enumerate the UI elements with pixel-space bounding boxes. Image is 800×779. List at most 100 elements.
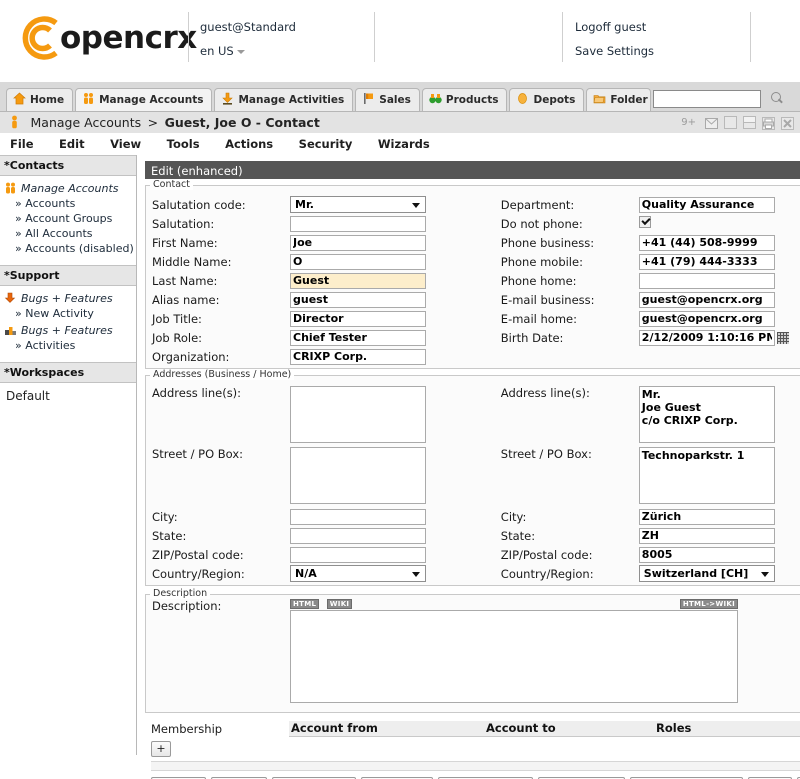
- sidebar-item-default-workspace[interactable]: Default: [0, 383, 136, 403]
- html-mode-button[interactable]: HTML: [290, 599, 320, 609]
- tab-folder[interactable]: Folder: [586, 88, 651, 111]
- sidebar: *Contacts Manage Accounts » Accounts » A…: [0, 155, 137, 755]
- job-role-input[interactable]: [290, 329, 426, 346]
- phone-business-input[interactable]: [638, 234, 775, 251]
- sidebar-item-activities[interactable]: » Activities: [4, 338, 136, 353]
- menu-file[interactable]: File: [10, 133, 34, 155]
- search-icon[interactable]: [770, 92, 784, 105]
- field-label: Street / PO Box:: [152, 447, 244, 461]
- menu-actions[interactable]: Actions: [225, 133, 273, 155]
- field-address-lines-business: Address line(s):: [146, 385, 495, 446]
- wiki-mode-button[interactable]: WIKI: [326, 599, 353, 609]
- contact-icon: [10, 115, 19, 129]
- field-label: Phone home:: [500, 273, 577, 288]
- birth-date-input[interactable]: [638, 329, 775, 346]
- calendar-icon[interactable]: [776, 331, 789, 344]
- field-country-business: Country/Region: N/A: [146, 564, 495, 583]
- add-membership-button[interactable]: +: [151, 741, 171, 757]
- first-name-input[interactable]: [290, 234, 426, 251]
- address-lines-business-textarea[interactable]: [290, 386, 426, 443]
- sidebar-item-accounts-disabled[interactable]: » Accounts (disabled): [4, 241, 136, 256]
- do-not-phone-checkbox[interactable]: [638, 216, 651, 228]
- menu-view[interactable]: View: [110, 133, 141, 155]
- alias-name-input[interactable]: [290, 291, 426, 308]
- tab-sales[interactable]: Sales: [355, 88, 420, 111]
- mail-icon[interactable]: [705, 118, 718, 131]
- sidebar-group-title-bugs-features-1[interactable]: Bugs + Features: [4, 291, 136, 306]
- country-home-select[interactable]: Switzerland [CH]: [638, 565, 775, 582]
- sidebar-item-account-groups[interactable]: » Account Groups: [4, 211, 136, 226]
- sidebar-item-new-activity[interactable]: » New Activity: [4, 306, 136, 321]
- field-label: City:: [152, 509, 178, 524]
- field-label: Salutation:: [152, 216, 215, 231]
- address-lines-home-textarea[interactable]: Mr. Joe Guest c/o CRIXP Corp.: [638, 386, 775, 443]
- sidebar-item-label: Accounts (disabled): [25, 242, 134, 255]
- tab-manage-activities[interactable]: Manage Activities: [214, 88, 354, 111]
- phone-home-input[interactable]: [638, 272, 775, 289]
- description-textarea[interactable]: [290, 610, 738, 703]
- field-label: Country/Region:: [152, 566, 245, 581]
- street-home-textarea[interactable]: Technoparkstr. 1: [638, 447, 775, 504]
- field-label: Job Role:: [152, 330, 203, 345]
- job-title-input[interactable]: [290, 310, 426, 327]
- save-settings-link[interactable]: Save Settings: [575, 44, 654, 58]
- opencrx-c-icon: [14, 12, 66, 64]
- street-business-textarea[interactable]: [290, 447, 426, 504]
- single-pane-icon[interactable]: [724, 116, 737, 129]
- breadcrumb-parent[interactable]: Manage Accounts: [31, 115, 142, 130]
- header-divider-1: [188, 12, 189, 62]
- action-button-bar: Reload Search New Search New Lead New Co…: [145, 771, 800, 779]
- close-icon[interactable]: [781, 117, 794, 130]
- tab-sales-label: Sales: [379, 94, 411, 106]
- menu-edit[interactable]: Edit: [59, 133, 85, 155]
- locale-selector[interactable]: en US: [200, 44, 296, 58]
- tab-manage-accounts[interactable]: Manage Accounts: [75, 88, 213, 111]
- state-home-input[interactable]: [638, 527, 775, 544]
- split-pane-icon[interactable]: [743, 116, 756, 129]
- menu-security[interactable]: Security: [299, 133, 353, 155]
- salutation-input[interactable]: [290, 215, 426, 232]
- field-email-home: E-mail home:: [495, 309, 800, 328]
- tab-depots[interactable]: Depots: [509, 88, 585, 111]
- logoff-link[interactable]: Logoff guest: [575, 20, 654, 34]
- city-business-input[interactable]: [290, 508, 426, 525]
- phone-mobile-input[interactable]: [638, 253, 775, 270]
- zip-home-input[interactable]: [638, 546, 775, 563]
- middle-name-input[interactable]: [290, 253, 426, 270]
- print-icon[interactable]: [762, 117, 775, 130]
- html-to-wiki-button[interactable]: HTML->WIKI: [679, 599, 738, 609]
- sidebar-group-label: Manage Accounts: [21, 182, 119, 195]
- field-street-home: Street / PO Box: Technoparkstr. 1: [495, 446, 800, 507]
- chevron-down-icon: [236, 49, 245, 54]
- membership-section: Membership Account from Account to Roles…: [145, 721, 800, 771]
- organization-input[interactable]: [290, 348, 426, 365]
- zip-business-input[interactable]: [290, 546, 426, 563]
- app-header: opencrx guest@Standard en US Logoff gues…: [0, 0, 800, 82]
- email-home-input[interactable]: [638, 310, 775, 327]
- tab-home[interactable]: Home: [6, 88, 74, 111]
- menu-wizards[interactable]: Wizards: [378, 133, 430, 155]
- city-home-input[interactable]: [638, 508, 775, 525]
- main-panel: Edit (enhanced) Contact Salutation code:…: [137, 155, 800, 779]
- membership-table: Account from Account to Roles: [289, 721, 800, 737]
- column-account-to: Account to: [486, 721, 556, 735]
- salutation-code-select[interactable]: Mr.: [290, 196, 426, 213]
- field-label: E-mail home:: [500, 311, 577, 326]
- tab-products[interactable]: Products: [421, 88, 508, 111]
- sidebar-group-title-manage-accounts[interactable]: Manage Accounts: [4, 181, 136, 196]
- menu-tools[interactable]: Tools: [167, 133, 200, 155]
- addresses-left-column: Address line(s): Street / PO Box: City: …: [146, 385, 495, 583]
- brand-logo[interactable]: opencrx: [14, 10, 197, 66]
- sidebar-item-accounts[interactable]: » Accounts: [4, 196, 136, 211]
- sidebar-item-all-accounts[interactable]: » All Accounts: [4, 226, 136, 241]
- department-input[interactable]: [638, 196, 775, 213]
- sidebar-section-workspaces-header: *Workspaces: [0, 362, 136, 383]
- country-business-select[interactable]: N/A: [290, 565, 426, 582]
- search-input[interactable]: [652, 90, 761, 108]
- sidebar-group-title-bugs-features-2[interactable]: Bugs + Features: [4, 323, 136, 338]
- email-business-input[interactable]: [638, 291, 775, 308]
- tab-products-label: Products: [445, 94, 499, 106]
- last-name-input[interactable]: [290, 272, 426, 289]
- state-business-input[interactable]: [290, 527, 426, 544]
- people-icon: [4, 182, 17, 194]
